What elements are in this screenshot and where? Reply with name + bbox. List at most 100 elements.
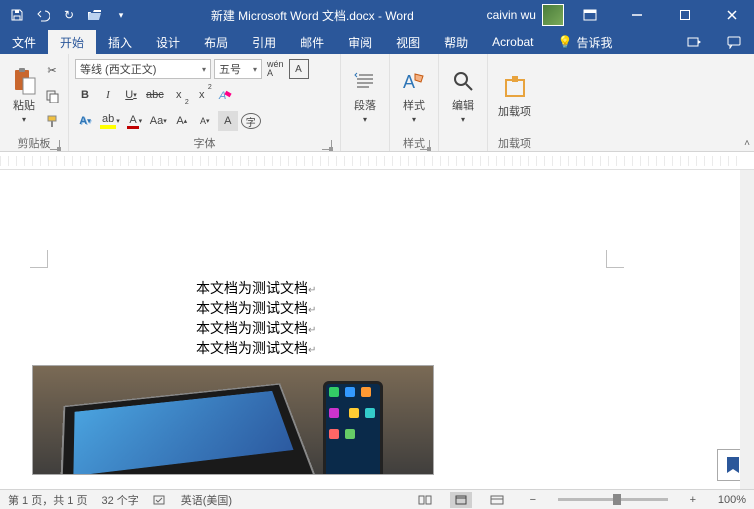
tab-home[interactable]: 开始 — [48, 30, 96, 54]
page-status[interactable]: 第 1 页，共 1 页 — [8, 492, 87, 508]
ribbon-display-icon[interactable] — [568, 0, 612, 30]
paragraph-line[interactable]: 本文档为测试文档↵ — [196, 298, 316, 318]
bold-button[interactable]: B — [75, 85, 95, 105]
addin-group-label: 加载项 — [498, 138, 531, 150]
strikethrough-button[interactable]: abc — [144, 85, 166, 105]
print-layout-icon[interactable] — [450, 492, 472, 508]
italic-button[interactable]: I — [98, 85, 118, 105]
redo-icon[interactable]: ↻ — [58, 4, 80, 26]
lightbulb-icon: 💡 — [558, 35, 573, 49]
tab-file[interactable]: 文件 — [0, 30, 48, 54]
document-title: 新建 Microsoft Word 文档.docx - Word — [138, 7, 487, 24]
tab-insert[interactable]: 插入 — [96, 30, 144, 54]
highlight-icon[interactable]: ab▾ — [98, 111, 122, 131]
copy-icon[interactable] — [42, 86, 62, 106]
editing-label: 编辑 — [452, 97, 474, 113]
tab-design[interactable]: 设计 — [144, 30, 192, 54]
collapse-ribbon-icon[interactable]: ˄ — [744, 138, 750, 149]
tab-review[interactable]: 审阅 — [336, 30, 384, 54]
styles-button[interactable]: A 样式 ▾ — [396, 56, 432, 135]
web-layout-icon[interactable] — [486, 492, 508, 508]
text-effect-icon[interactable]: A ▾ — [75, 111, 95, 131]
cut-icon[interactable]: ✂ — [42, 61, 62, 81]
tab-view[interactable]: 视图 — [384, 30, 432, 54]
tab-references[interactable]: 引用 — [240, 30, 288, 54]
comments-icon[interactable] — [714, 30, 754, 54]
zoom-in-button[interactable]: + — [682, 492, 704, 508]
paste-button[interactable]: 粘贴 ▾ — [6, 56, 42, 135]
vertical-scrollbar[interactable] — [740, 170, 754, 489]
svg-text:A: A — [218, 90, 226, 102]
clear-format-icon[interactable]: A — [215, 85, 235, 105]
font-group-label: 字体 — [194, 138, 216, 150]
subscript-button[interactable]: x2 — [169, 85, 189, 105]
phonetic-guide-icon[interactable]: wénA — [265, 59, 286, 79]
user-name[interactable]: caivin wu — [487, 8, 536, 22]
dialog-launcher-icon[interactable] — [322, 140, 332, 150]
paragraph-line[interactable]: 本文档为测试文档↵ — [196, 338, 316, 358]
close-icon[interactable] — [710, 0, 754, 30]
inline-image[interactable] — [32, 365, 434, 475]
paragraph-mark-icon: ↵ — [308, 285, 316, 296]
paragraph-line[interactable]: 本文档为测试文档↵ — [196, 278, 316, 298]
tab-help[interactable]: 帮助 — [432, 30, 480, 54]
group-paragraph: 段落 ▾ — [341, 54, 390, 151]
paste-label: 粘贴 — [13, 97, 35, 113]
find-icon — [449, 67, 477, 95]
tab-mailings[interactable]: 邮件 — [288, 30, 336, 54]
user-avatar[interactable] — [542, 4, 564, 26]
shrink-font-button[interactable]: A▾ — [195, 111, 215, 131]
ribbon: 粘贴 ▾ ✂ 剪贴板 等线 (西文正文)▾ 五号▾ wénA A B I U ▾ — [0, 54, 754, 152]
qa-more-icon[interactable]: ▾ — [110, 4, 132, 26]
paragraph-mark-icon: ↵ — [308, 305, 316, 316]
paragraph-button[interactable]: 段落 ▾ — [347, 56, 383, 135]
editing-group-label — [445, 135, 481, 151]
superscript-button[interactable]: x2 — [192, 85, 212, 105]
editing-button[interactable]: 编辑 ▾ — [445, 56, 481, 135]
paragraph-group-label — [347, 135, 383, 151]
change-case-button[interactable]: Aa ▾ — [148, 111, 169, 131]
tab-layout[interactable]: 布局 — [192, 30, 240, 54]
font-name-value: 等线 (西文正文) — [80, 61, 156, 77]
paragraph-mark-icon: ↵ — [308, 325, 316, 336]
save-icon[interactable] — [6, 4, 28, 26]
group-styles: A 样式 ▾ 样式 — [390, 54, 439, 151]
group-addin: 加载项 加载项 — [488, 54, 541, 151]
underline-button[interactable]: U ▾ — [121, 85, 141, 105]
zoom-level[interactable]: 100% — [718, 494, 746, 506]
paragraph-line[interactable]: 本文档为测试文档↵ — [196, 318, 316, 338]
zoom-slider[interactable] — [558, 498, 668, 501]
font-color-icon[interactable]: A ▾ — [125, 111, 145, 131]
styles-label: 样式 — [403, 97, 425, 113]
char-border-icon[interactable]: A — [289, 59, 309, 79]
font-name-combo[interactable]: 等线 (西文正文)▾ — [75, 59, 211, 79]
format-painter-icon[interactable] — [42, 111, 62, 131]
open-icon[interactable] — [84, 4, 106, 26]
status-bar: 第 1 页，共 1 页 32 个字 英语(美国) − + 100% — [0, 489, 754, 509]
document-area[interactable]: 本文档为测试文档↵ 本文档为测试文档↵ 本文档为测试文档↵ 本文档为测试文档↵ — [0, 170, 754, 489]
group-font: 等线 (西文正文)▾ 五号▾ wénA A B I U ▾ abc x2 x2 … — [69, 54, 341, 151]
dialog-launcher-icon[interactable] — [420, 140, 430, 150]
undo-icon[interactable] — [32, 4, 54, 26]
read-mode-icon[interactable] — [414, 492, 436, 508]
tab-acrobat[interactable]: Acrobat — [480, 30, 545, 54]
char-shading-icon[interactable]: A — [218, 111, 238, 131]
addin-icon — [501, 73, 529, 101]
grow-font-button[interactable]: A▴ — [172, 111, 192, 131]
share-icon[interactable] — [674, 30, 714, 54]
word-count[interactable]: 32 个字 — [101, 492, 138, 508]
minimize-icon[interactable] — [615, 0, 659, 30]
tell-me[interactable]: 💡告诉我 — [546, 30, 625, 54]
language-status[interactable]: 英语(美国) — [181, 492, 232, 508]
enclose-char-icon[interactable]: 字 — [241, 113, 261, 129]
maximize-icon[interactable] — [663, 0, 707, 30]
font-size-combo[interactable]: 五号▾ — [214, 59, 262, 79]
tell-me-label: 告诉我 — [576, 34, 612, 51]
addin-button[interactable]: 加载项 — [494, 56, 535, 135]
zoom-out-button[interactable]: − — [522, 492, 544, 508]
page-corner-mark — [606, 250, 624, 268]
dialog-launcher-icon[interactable] — [50, 140, 60, 150]
group-clipboard: 粘贴 ▾ ✂ 剪贴板 — [0, 54, 69, 151]
horizontal-ruler[interactable] — [0, 152, 754, 170]
spell-check-icon[interactable] — [153, 494, 167, 506]
